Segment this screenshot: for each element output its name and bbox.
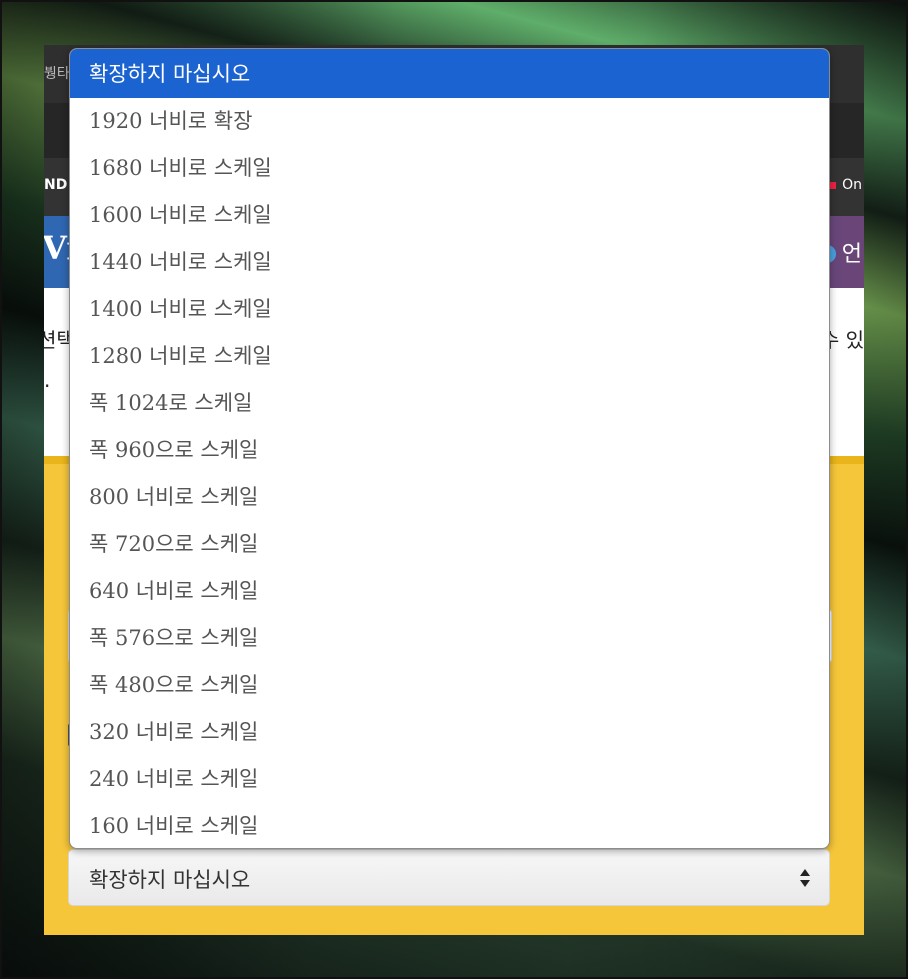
scale-option[interactable]: 폭 1024로 스케일 [70,380,829,427]
select-arrows-icon [800,869,810,887]
scale-option[interactable]: 1400 너비로 스케일 [70,286,829,333]
nav-item-right-label: On [842,177,862,193]
scale-option[interactable]: 1600 너비로 스케일 [70,192,829,239]
topbar-text: 붱타 [44,66,70,82]
nav-item-right[interactable]: On [829,177,862,193]
scale-option[interactable]: 폭 960으로 스케일 [70,427,829,474]
scale-option[interactable]: 1680 너비로 스케일 [70,145,829,192]
language-label: 언 [841,242,862,267]
scale-options-dropdown: 확장하지 마십시오 1920 너비로 확장 1680 너비로 스케일 1600 너비로… [69,48,830,849]
scale-option[interactable]: 640 너비로 스케일 [70,568,829,615]
scale-option[interactable]: 1280 너비로 스케일 [70,333,829,380]
scale-select-value: 확장하지 마십시오 [89,868,251,892]
scale-option[interactable]: 폭 720으로 스케일 [70,521,829,568]
scale-option[interactable]: 320 너비로 스케일 [70,709,829,756]
scale-option[interactable]: 160 너비로 스케일 [70,803,829,848]
scale-option[interactable]: 확장하지 마십시오 [70,49,829,98]
nav-item-left[interactable]: ND [44,177,67,193]
scale-option[interactable]: 폭 576으로 스케일 [70,615,829,662]
scale-option[interactable]: 1920 너비로 확장 [70,98,829,145]
scale-option[interactable]: 240 너비로 스케일 [70,756,829,803]
scale-option[interactable]: 1440 너비로 스케일 [70,239,829,286]
scale-option[interactable]: 800 너비로 스케일 [70,474,829,521]
scale-option[interactable]: 폭 480으로 스케일 [70,662,829,709]
brand-icon [829,182,837,189]
scale-select[interactable]: 확장하지 마십시오 [68,849,830,906]
description-text-2: . [44,368,51,392]
